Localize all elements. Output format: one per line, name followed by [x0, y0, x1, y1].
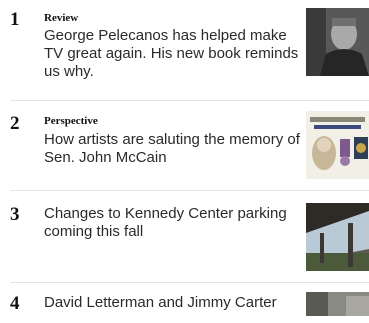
item-thumbnail[interactable] [306, 292, 369, 316]
list-item[interactable]: 2 Perspective How artists are saluting t… [0, 101, 369, 191]
item-headline-link[interactable]: Changes to Kennedy Center parking coming… [44, 205, 300, 241]
list-item[interactable]: 3 Changes to Kennedy Center parking comi… [0, 191, 369, 283]
building-photo-image [306, 203, 369, 271]
item-headline-link[interactable]: David Letterman and Jimmy Carter [44, 294, 300, 312]
item-thumbnail[interactable] [306, 8, 369, 76]
stamp-illustration-image [306, 111, 369, 179]
item-kicker: Review [44, 12, 79, 24]
item-headline-link[interactable]: George Pelecanos has helped make TV grea… [44, 27, 300, 81]
item-headline-link[interactable]: How artists are saluting the memory of S… [44, 131, 300, 167]
item-kicker: Perspective [44, 115, 98, 127]
most-read-list: 1 Review George Pelecanos has helped mak… [0, 0, 369, 316]
item-number: 4 [10, 293, 20, 314]
item-number: 1 [10, 9, 20, 30]
item-thumbnail[interactable] [306, 203, 369, 271]
item-number: 3 [10, 204, 20, 225]
list-item[interactable]: 4 David Letterman and Jimmy Carter [0, 283, 369, 323]
news-photo-image [306, 292, 369, 316]
list-item[interactable]: 1 Review George Pelecanos has helped mak… [0, 0, 369, 100]
item-number: 2 [10, 113, 20, 134]
item-thumbnail[interactable] [306, 111, 369, 179]
portrait-photo-image [306, 8, 369, 76]
